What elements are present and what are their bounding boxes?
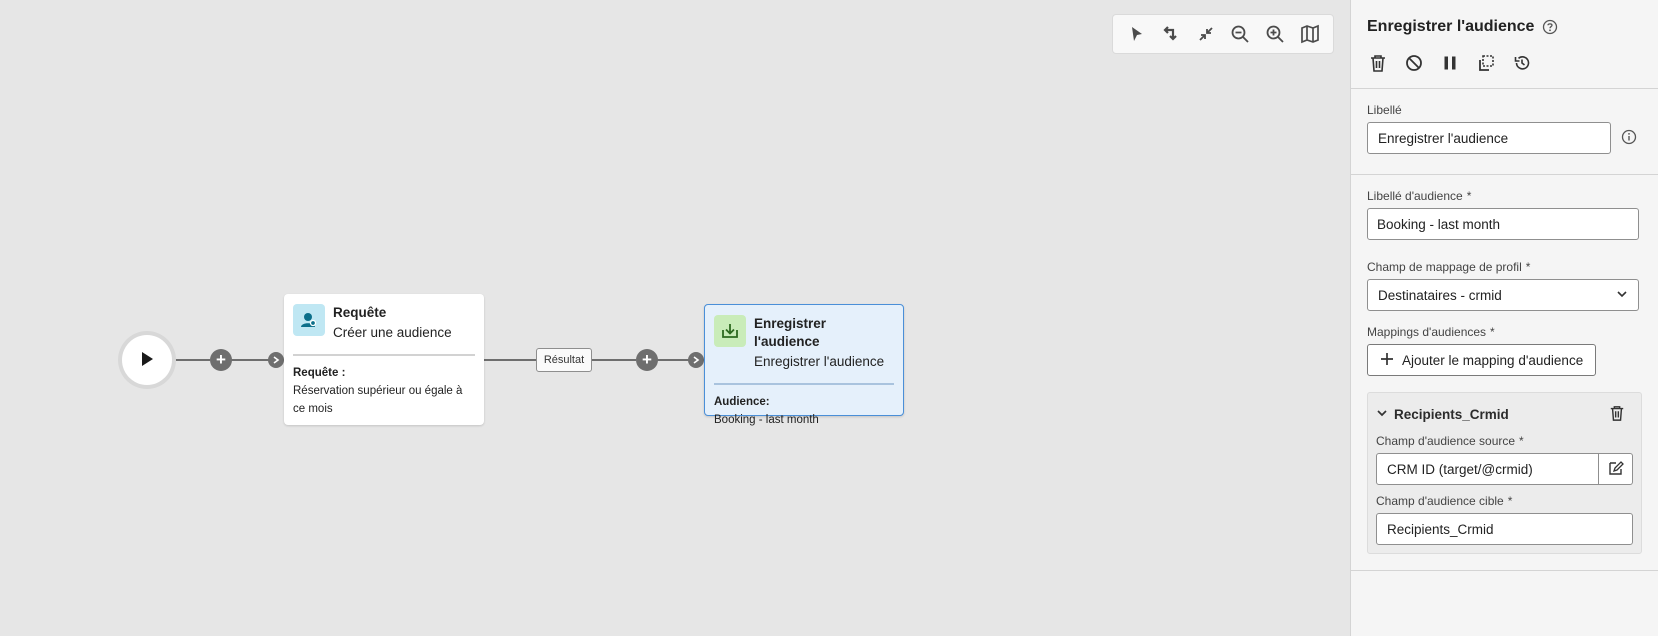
add-audience-mapping-button[interactable]: Ajouter le mapping d'audience (1367, 344, 1597, 376)
pause-icon[interactable] (1439, 52, 1461, 74)
edit-icon (1608, 460, 1624, 479)
collapse-icon[interactable] (1191, 19, 1221, 49)
add-activity-button[interactable]: + (210, 349, 232, 371)
libelle-input[interactable]: Enregistrer l'audience (1367, 122, 1611, 154)
chevron-right-icon (688, 352, 704, 368)
zoom-out-icon[interactable] (1225, 19, 1255, 49)
zoom-in-icon[interactable] (1260, 19, 1290, 49)
audience-mapping-card: Recipients_Crmid Champ d'audience source… (1367, 392, 1642, 554)
source-field-label: Champ d'audience source (1376, 434, 1516, 448)
delete-icon[interactable] (1367, 52, 1389, 74)
query-activity-node[interactable]: Requête Créer une audience Requête : Rés… (284, 294, 484, 425)
delete-icon[interactable] (1609, 405, 1625, 424)
disable-icon[interactable] (1403, 52, 1425, 74)
node-detail-value: Booking - last month (714, 414, 819, 426)
required-marker: * (1519, 434, 1524, 448)
target-field-input[interactable]: Recipients_Crmid (1376, 513, 1633, 545)
select-icon[interactable] (1121, 19, 1151, 49)
canvas-toolbar (1112, 14, 1334, 54)
play-icon (138, 350, 156, 371)
profile-mapping-select[interactable]: Destinataires - crmid (1367, 279, 1639, 311)
chevron-down-icon (1616, 288, 1628, 303)
properties-panel: Enregistrer l'audience Libellé Enregistr… (1350, 0, 1658, 636)
save-audience-activity-node[interactable]: Enregistrer l'audience Enregistrer l'aud… (704, 304, 904, 426)
audience-mappings-label: Mappings d'audiences (1367, 325, 1487, 339)
edge-start-plus (172, 359, 210, 361)
history-icon[interactable] (1511, 52, 1533, 74)
edge-query-result (484, 359, 536, 361)
required-marker: * (1525, 260, 1531, 274)
copy-icon[interactable] (1475, 52, 1497, 74)
auto-layout-icon[interactable] (1156, 19, 1186, 49)
panel-title: Enregistrer l'audience (1367, 18, 1535, 35)
node-subtitle: Créer une audience (333, 325, 452, 340)
add-activity-button[interactable]: + (636, 349, 658, 371)
audience-label-label: Libellé d'audience (1367, 189, 1463, 203)
chevron-right-icon (268, 352, 284, 368)
source-field-input[interactable]: CRM ID (target/@crmid) (1376, 453, 1599, 485)
node-detail-label: Audience: (714, 396, 770, 408)
required-marker: * (1507, 494, 1513, 508)
node-divider (293, 354, 475, 356)
libelle-label: Libellé (1367, 103, 1402, 117)
audience-settings-section: Libellé d'audience * Booking - last month… (1351, 175, 1658, 571)
panel-header: Enregistrer l'audience (1351, 0, 1658, 89)
panel-actions (1367, 52, 1642, 74)
download-icon (714, 315, 746, 347)
node-detail-value: Réservation supérieur ou égale à ce mois (293, 385, 463, 415)
edit-expression-button[interactable] (1599, 453, 1633, 485)
mapping-title: Recipients_Crmid (1394, 407, 1509, 422)
edge-result-plus (592, 359, 636, 361)
help-icon[interactable] (1542, 19, 1558, 35)
chevron-down-icon (1376, 407, 1388, 422)
node-title: Requête (333, 305, 387, 320)
node-divider (714, 383, 894, 385)
profile-mapping-label: Champ de mappage de profil (1367, 260, 1522, 274)
required-marker: * (1490, 325, 1495, 339)
user-search-icon (293, 304, 325, 336)
profile-mapping-value: Destinataires - crmid (1378, 287, 1502, 303)
workflow-canvas[interactable]: + Requête Créer une audience Requête : R… (0, 0, 1350, 636)
start-node[interactable] (122, 335, 172, 385)
map-icon[interactable] (1295, 19, 1325, 49)
libelle-section: Libellé Enregistrer l'audience (1351, 89, 1658, 175)
info-icon[interactable] (1621, 129, 1637, 148)
add-audience-mapping-label: Ajouter le mapping d'audience (1402, 352, 1584, 368)
plus-icon (1380, 352, 1394, 369)
node-detail-label: Requête : (293, 367, 346, 379)
node-subtitle: Enregistrer l'audience (754, 354, 885, 369)
mapping-toggle[interactable]: Recipients_Crmid (1376, 407, 1509, 422)
target-field-label: Champ d'audience cible (1376, 494, 1504, 508)
result-transition-label[interactable]: Résultat (536, 348, 592, 372)
audience-label-input[interactable]: Booking - last month (1367, 208, 1639, 240)
node-title: Enregistrer l'audience (754, 316, 827, 349)
required-marker: * (1466, 189, 1472, 203)
